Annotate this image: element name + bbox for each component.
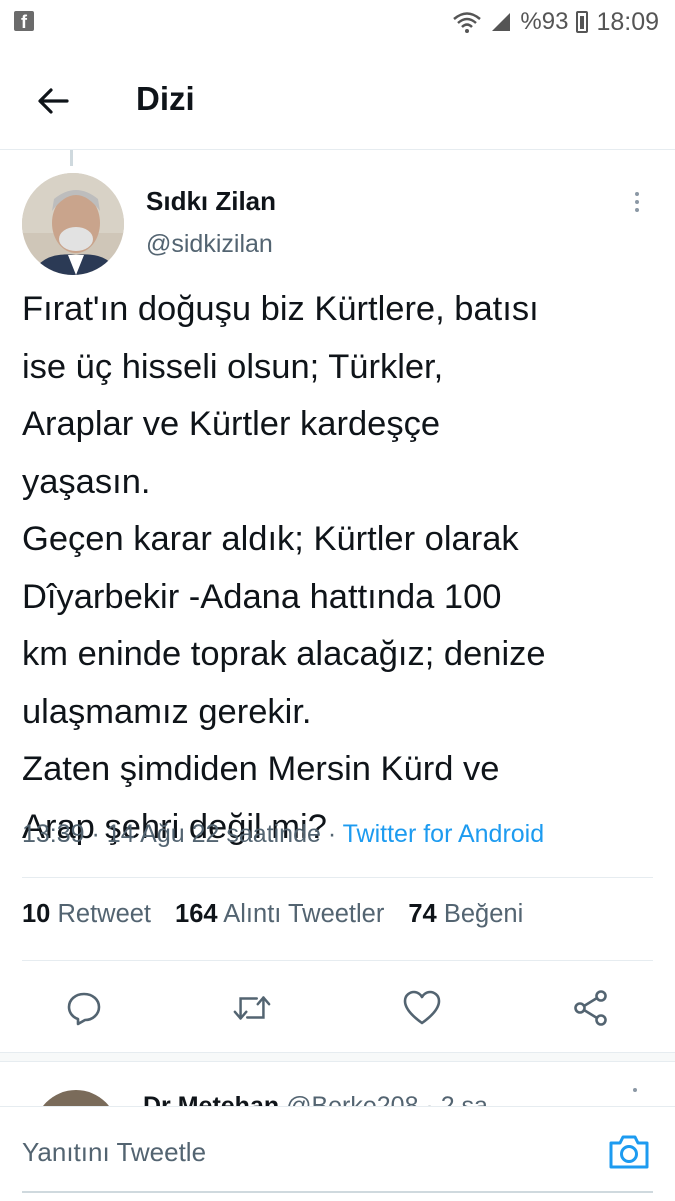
share-button[interactable] [571,988,611,1028]
meta-separator: · [91,820,100,848]
signal-icon [492,13,511,31]
divider [22,960,653,961]
author-handle[interactable]: @sidkizilan [146,230,273,259]
author-avatar[interactable] [22,173,124,275]
top-app-bar: Dizi [0,52,675,150]
meta-separator: · [327,820,337,848]
tweet-text-line: Geçen karar aldık; Kürtler olarak [22,520,519,558]
like-button[interactable] [402,988,442,1028]
header-divider [0,149,675,150]
retweet-icon [233,996,271,1020]
status-bar: f %93 18:09 [0,0,675,44]
tweet-source-link[interactable]: Twitter for Android [343,820,544,848]
reply-button[interactable] [64,988,104,1028]
reply-more-options[interactable] [633,1088,637,1092]
quotes-label: Alıntı Tweetler [223,900,385,928]
camera-button[interactable] [606,1129,652,1175]
facebook-notification-icon: f [14,11,34,32]
tweet-text-line: ulaşmamız gerekir. [22,692,312,731]
tweet-text-line: yaşasın. [22,462,151,501]
more-dot [635,200,639,204]
tweet-text-line: Araplar ve Kürtler kardeşçe [22,405,441,443]
more-options-button[interactable] [622,188,652,222]
more-dot [635,208,639,212]
reply-composer: Yanıtını Tweetle [0,1106,675,1201]
clock: 18:09 [596,7,659,36]
tweet-text-line: Zaten şimdiden Mersin Kürd ve [22,750,500,788]
section-divider [0,1052,675,1062]
tweet-text-line: ise üç hisseli olsun; Türkler, [22,347,444,386]
back-button[interactable] [28,76,78,126]
tweet-text: Fırat'ın doğuşu biz Kürtlere, batısı ise… [22,281,662,856]
tweet-date: 14 Ağu 22 saatinde [106,820,321,848]
avatar-image [22,173,124,275]
share-icon [574,990,607,1026]
tweet-stats: 10 Retweet 164 Alıntı Tweetler 74 Beğeni [22,900,523,929]
likes-count: 74 [408,900,437,928]
quotes-count: 164 [175,900,218,928]
composer-underline [22,1191,653,1193]
battery-icon [576,11,589,33]
reply-input[interactable]: Yanıtını Tweetle [22,1137,206,1168]
status-icons: %93 18:09 [452,6,659,38]
reply-icon [67,992,101,1026]
tweet-time: 13:39 [22,820,85,848]
tweet-text-line: Dîyarbekir -Adana hattında 100 [22,577,502,616]
wifi-icon [453,12,482,33]
page-title: Dizi [136,80,195,117]
battery-percent: %93 [520,8,569,35]
likes-stat[interactable]: 74 Beğeni [408,900,523,929]
heart-icon [403,990,441,1025]
more-dot [635,192,639,196]
retweets-label: Retweet [57,900,152,928]
arrow-left-icon [38,88,69,114]
reply-avatar[interactable] [34,1090,118,1106]
retweet-button[interactable] [232,988,272,1028]
tweet-actions [0,980,675,1036]
author-name[interactable]: Sıdkı Zilan [146,186,276,217]
camera-icon [609,1135,649,1169]
retweets-count: 10 [22,900,51,928]
reply-author-handle: @Berke208 · 2 sa [286,1092,488,1106]
tweet-text-line: km eninde toprak alacağız; denize [22,635,546,673]
reply-author-name: Dr Metehan [143,1092,280,1106]
likes-label: Beğeni [443,900,524,928]
reply-author: Dr Metehan @Berke208 · 2 sa [143,1092,488,1106]
thread-connector-line [70,150,73,166]
quotes-stat[interactable]: 164 Alıntı Tweetler [175,900,384,929]
divider [22,877,653,878]
retweets-stat[interactable]: 10 Retweet [22,900,151,929]
reply-tweet-preview[interactable]: Dr Metehan @Berke208 · 2 sa [0,1062,675,1106]
tweet-text-line: Fırat'ın doğuşu biz Kürtlere, batısı [22,290,539,328]
tweet-meta: 13:39 · 14 Ağu 22 saatinde · Twitter for… [22,820,544,849]
